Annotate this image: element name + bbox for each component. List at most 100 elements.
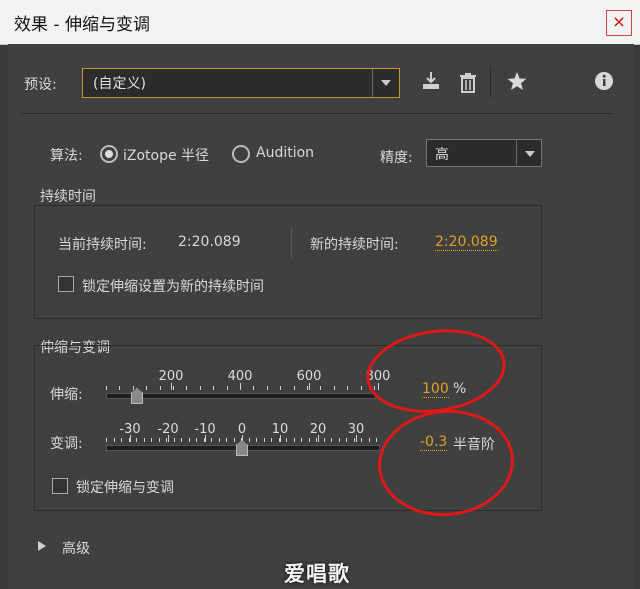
chevron-down-icon — [372, 69, 399, 97]
title-bar: 效果 - 伸缩与变调 × — [0, 0, 640, 45]
tick-mark — [196, 438, 197, 442]
tick-mark — [151, 438, 152, 442]
tick-label: 200 — [158, 369, 184, 384]
tick-mark-major — [318, 435, 319, 442]
tick-mark — [361, 438, 362, 442]
tick-mark — [199, 386, 201, 390]
tick-mark — [233, 438, 235, 442]
tick-mark — [173, 386, 174, 390]
tick-mark-major — [168, 435, 169, 442]
lock-duration-checkbox[interactable] — [58, 276, 74, 292]
tick-mark — [181, 438, 182, 442]
tick-mark — [248, 438, 250, 442]
tick-mark — [136, 438, 137, 442]
tick-mark-major — [356, 435, 357, 442]
stretch-slider-track[interactable] — [106, 393, 376, 399]
tick-mark — [121, 438, 122, 442]
tick-mark — [353, 438, 355, 442]
tick-mark-major — [240, 383, 241, 390]
tick-mark-major — [205, 435, 206, 442]
toolbar-divider — [490, 66, 491, 98]
tick-mark — [106, 438, 107, 442]
tick-mark — [347, 386, 349, 390]
radio-audition-label: Audition — [256, 145, 315, 161]
tick-label: 400 — [227, 369, 253, 384]
tick-mark — [323, 438, 325, 442]
precision-select[interactable]: 高 — [426, 139, 542, 167]
tick-mark — [256, 438, 257, 442]
precision-label: 精度: — [380, 150, 413, 166]
advanced-label[interactable]: 高级 — [62, 538, 90, 558]
preset-value: (自定义) — [93, 76, 146, 92]
tick-mark — [286, 438, 287, 442]
tick-mark — [331, 438, 332, 442]
tick-mark — [146, 386, 148, 390]
chevron-down-icon — [516, 140, 541, 166]
algorithm-label: 算法: — [50, 148, 83, 164]
tick-mark — [218, 438, 220, 442]
tick-mark — [188, 438, 190, 442]
tick-mark — [266, 386, 268, 390]
tick-mark — [211, 438, 212, 442]
radio-audition[interactable] — [232, 145, 250, 163]
precision-value: 高 — [435, 147, 449, 163]
stretch-label: 伸缩: — [50, 387, 83, 403]
tick-mark — [316, 438, 317, 442]
tick-mark — [346, 438, 347, 442]
duration-divider — [291, 226, 292, 258]
pitch-label: 变调: — [50, 436, 83, 452]
delete-preset-icon[interactable] — [455, 72, 481, 98]
tick-mark — [360, 386, 362, 390]
current-duration-label: 当前持续时间: — [58, 237, 147, 253]
tick-mark — [166, 438, 167, 442]
tick-mark-major — [280, 435, 281, 442]
tick-mark — [263, 438, 265, 442]
save-preset-icon[interactable] — [418, 70, 444, 96]
tick-mark — [132, 386, 134, 390]
tick-mark — [106, 386, 107, 390]
window-title: 效果 - 伸缩与变调 — [14, 15, 150, 35]
tick-mark — [301, 438, 302, 442]
tick-mark — [308, 438, 310, 442]
tick-mark — [213, 386, 215, 390]
tick-mark — [143, 438, 145, 442]
tick-mark — [253, 386, 255, 390]
tick-mark — [113, 438, 115, 442]
tick-mark — [293, 386, 295, 390]
tick-mark — [226, 386, 228, 390]
favorite-icon[interactable] — [504, 70, 530, 96]
tick-mark — [338, 438, 340, 442]
new-duration-value[interactable]: 2:20.089 — [435, 234, 498, 251]
tick-mark-major — [130, 435, 131, 442]
divider — [22, 113, 612, 114]
tick-label: 600 — [296, 369, 322, 384]
lock-stretch-pitch-label: 锁定伸缩与变调 — [76, 480, 174, 496]
tick-mark — [271, 438, 272, 442]
radio-izotope-label: iZotope 半径 — [123, 148, 210, 164]
expand-arrow-icon[interactable] — [38, 541, 46, 551]
duration-group — [34, 205, 542, 319]
tick-mark — [333, 386, 335, 390]
radio-izotope[interactable] — [100, 145, 118, 163]
preset-label: 预设: — [24, 77, 57, 93]
tick-mark — [280, 386, 282, 390]
info-icon[interactable] — [591, 70, 617, 96]
watermark: 爱唱歌 — [284, 562, 350, 586]
close-button[interactable]: × — [606, 10, 632, 36]
tick-mark-major — [309, 383, 310, 390]
tick-mark — [368, 438, 370, 442]
new-duration-label: 新的持续时间: — [310, 237, 399, 253]
lock-stretch-pitch-checkbox[interactable] — [52, 478, 68, 494]
tick-mark — [186, 386, 188, 390]
tick-mark — [293, 438, 295, 442]
tick-mark — [158, 438, 160, 442]
lock-duration-label: 锁定伸缩设置为新的持续时间 — [82, 279, 264, 295]
tick-mark — [307, 386, 308, 390]
preset-dropdown[interactable]: (自定义) — [82, 68, 400, 98]
tick-mark — [159, 386, 161, 390]
tick-mark — [226, 438, 227, 442]
tick-mark — [320, 386, 322, 390]
tick-mark — [173, 438, 175, 442]
tick-mark — [119, 386, 121, 390]
tick-mark-major — [171, 383, 172, 390]
